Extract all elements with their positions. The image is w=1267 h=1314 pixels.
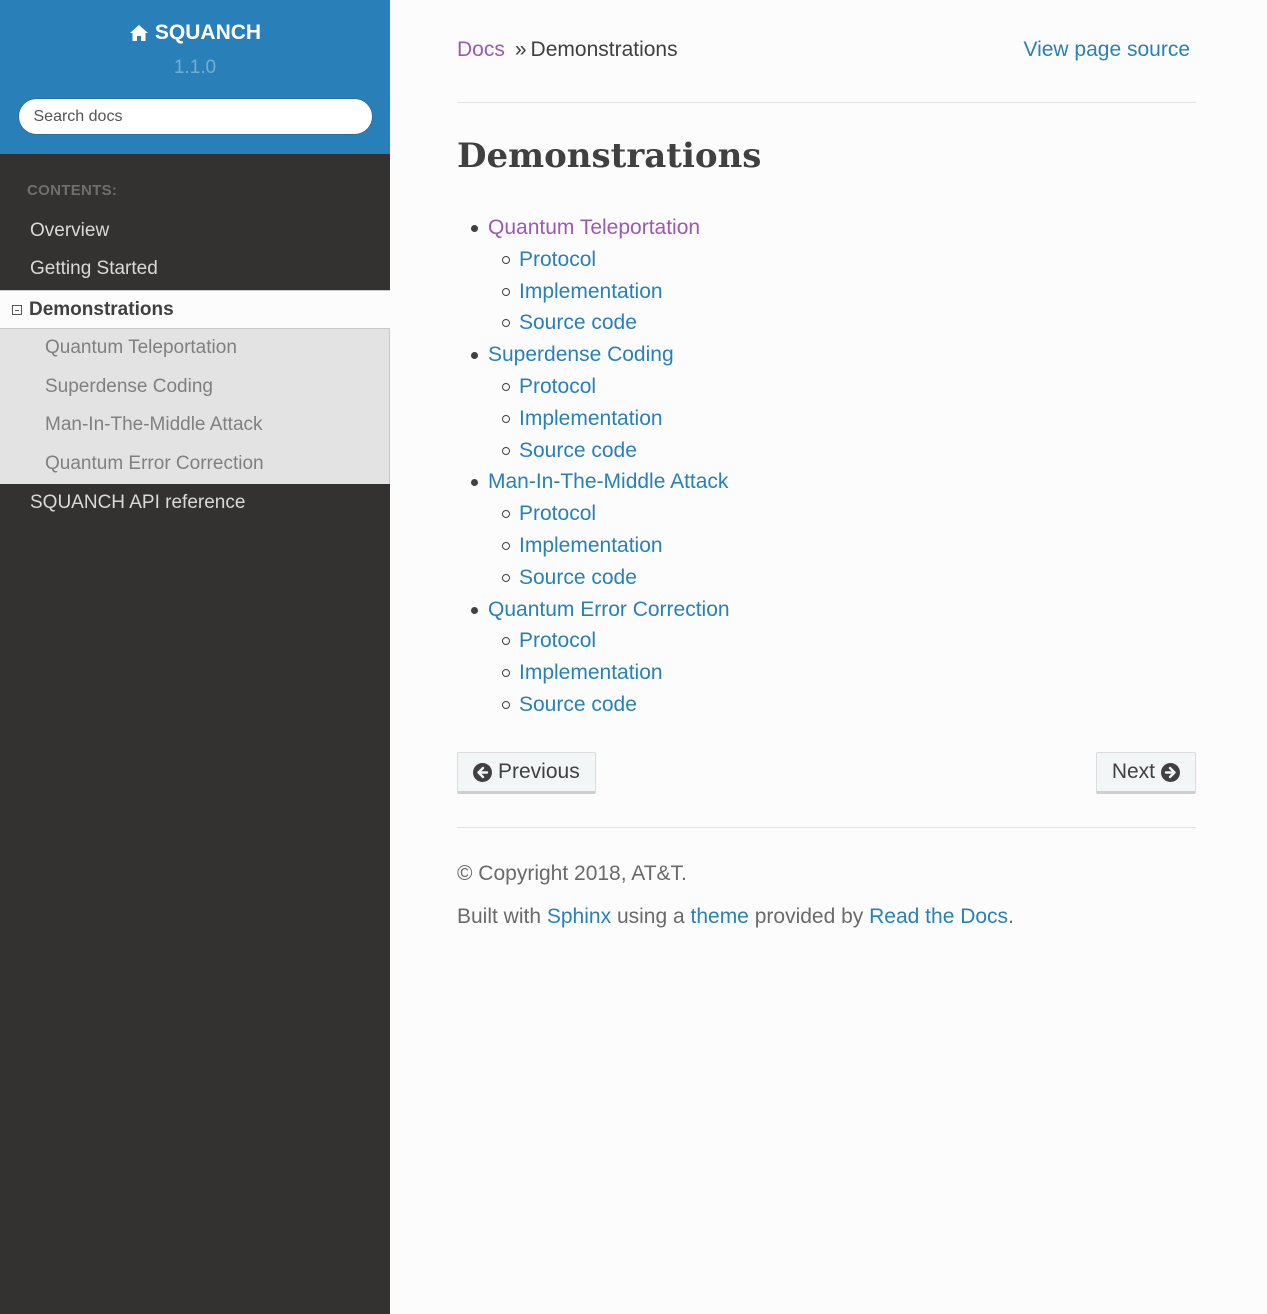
breadcrumb-current: Demonstrations	[530, 38, 678, 61]
built-with-text: Built with Sphinx using a theme provided…	[457, 905, 1014, 929]
toc-sublink-implementation[interactable]: Implementation	[519, 657, 730, 689]
bullet	[502, 319, 510, 328]
bullet	[471, 606, 478, 614]
read-the-docs-link[interactable]: Read the Docs	[869, 905, 1008, 928]
sidebar-item-overview[interactable]: Overview	[0, 212, 390, 250]
toc-sublink-source-code[interactable]: Source code	[519, 435, 730, 467]
bullet	[502, 414, 510, 423]
toc-sublink-protocol[interactable]: Protocol	[519, 625, 730, 657]
sidebar-subitem-quantum-teleportation[interactable]: Quantum Teleportation	[45, 329, 237, 367]
toc-sublink-source-code[interactable]: Source code	[519, 689, 730, 721]
toc-sublink-implementation[interactable]: Implementation	[519, 276, 730, 308]
breadcrumb: Docs » Demonstrations	[457, 38, 678, 62]
sidebar-item-demonstrations[interactable]: Demonstrations	[0, 290, 390, 329]
toc-sublink-protocol[interactable]: Protocol	[519, 498, 730, 530]
sidebar-item-api-reference[interactable]: SQUANCH API reference	[0, 484, 390, 522]
view-page-source-link[interactable]: View page source	[1023, 38, 1190, 62]
sidebar-item-getting-started[interactable]: Getting Started	[0, 250, 390, 288]
using-a-label: using a	[616, 905, 685, 928]
toc-sublink-source-code[interactable]: Source code	[519, 562, 730, 594]
sidebar-subitem-mitm-attack[interactable]: Man-In-The-Middle Attack	[45, 406, 263, 444]
toc-sublink-source-code[interactable]: Source code	[519, 307, 730, 339]
next-label: Next	[1111, 760, 1155, 783]
toc-entry: Quantum Error Correction Protocol Implem…	[457, 594, 730, 721]
previous-button[interactable]: Previous	[457, 752, 596, 794]
toc-caption: CONTENTS:	[27, 182, 118, 199]
toc-link-quantum-error-correction[interactable]: Quantum Error Correction	[488, 594, 730, 626]
bullet	[502, 287, 510, 296]
sidebar-subitem-superdense-coding[interactable]: Superdense Coding	[45, 368, 213, 406]
toc-link-mitm-attack[interactable]: Man-In-The-Middle Attack	[488, 466, 730, 498]
built-with-label: Built with	[457, 905, 542, 928]
toc-sublink-implementation[interactable]: Implementation	[519, 530, 730, 562]
sphinx-link[interactable]: Sphinx	[547, 905, 611, 928]
breadcrumb-separator: »	[514, 38, 527, 61]
sidebar-subitem-quantum-error-correction[interactable]: Quantum Error Correction	[45, 445, 264, 483]
toc-entry: Quantum Teleportation Protocol Implement…	[457, 212, 730, 339]
project-home-link[interactable]: SQUANCH	[129, 18, 261, 48]
provided-by-label: provided by	[754, 905, 864, 928]
bullet	[502, 446, 510, 455]
toc-sublink-protocol[interactable]: Protocol	[519, 371, 730, 403]
page-title: Demonstrations	[457, 136, 762, 176]
toc-sublink-implementation[interactable]: Implementation	[519, 403, 730, 435]
toc-entry: Superdense Coding Protocol Implementatio…	[457, 339, 730, 466]
bullet	[502, 669, 510, 678]
bullet	[502, 510, 510, 519]
sidebar-header: SQUANCH 1.1.0	[0, 0, 390, 154]
arrow-circle-left-icon	[473, 762, 492, 782]
project-name: SQUANCH	[154, 21, 262, 44]
bullet	[502, 382, 510, 391]
bullet	[502, 573, 510, 582]
next-button[interactable]: Next	[1095, 752, 1196, 794]
version-label: 1.1.0	[173, 57, 217, 78]
bullet	[471, 479, 478, 487]
bullet	[502, 255, 510, 264]
toc-link-quantum-teleportation[interactable]: Quantum Teleportation	[488, 212, 730, 244]
sidebar-item-label: Demonstrations	[29, 298, 174, 320]
bullet	[502, 541, 510, 550]
toc-link-superdense-coding[interactable]: Superdense Coding	[488, 339, 730, 371]
collapse-icon[interactable]	[12, 304, 22, 315]
bullet	[471, 352, 478, 360]
arrow-circle-right-icon	[1161, 762, 1180, 782]
sidebar-subgroup: Quantum Teleportation Superdense Coding …	[0, 329, 390, 484]
theme-link[interactable]: theme	[691, 905, 749, 928]
search-input[interactable]	[17, 98, 373, 135]
toc-entry: Man-In-The-Middle Attack Protocol Implem…	[457, 466, 730, 593]
bullet	[471, 225, 478, 232]
home-icon	[129, 25, 148, 41]
bullet	[502, 637, 510, 646]
sidebar: SQUANCH 1.1.0 CONTENTS: Overview Getting…	[0, 0, 390, 1314]
copyright-text: © Copyright 2018, AT&T.	[457, 862, 687, 885]
toc-list: Quantum Teleportation Protocol Implement…	[457, 212, 730, 721]
period: .	[1008, 905, 1014, 928]
header-divider	[457, 102, 1196, 103]
toc-sublink-protocol[interactable]: Protocol	[519, 244, 730, 276]
previous-label: Previous	[498, 760, 580, 783]
footer-divider	[457, 827, 1196, 828]
breadcrumb-docs-link[interactable]: Docs	[457, 38, 505, 61]
bullet	[502, 700, 510, 709]
